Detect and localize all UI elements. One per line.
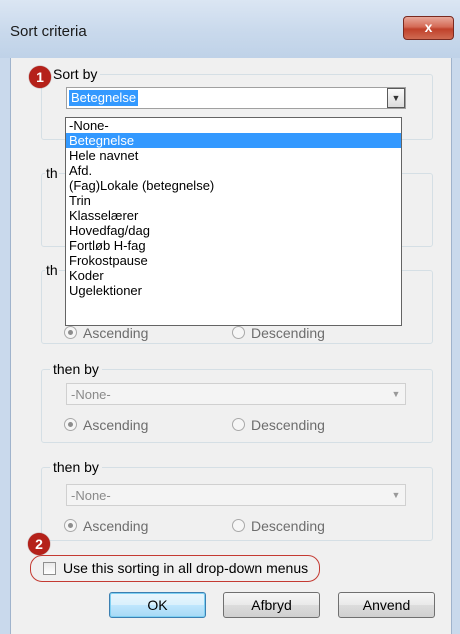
then-by-select-5[interactable]: -None- ▼ [66,484,406,506]
dropdown-option[interactable]: Hovedfag/dag [66,223,401,238]
dropdown-option[interactable]: Fortløb H-fag [66,238,401,253]
descending-radio-5[interactable]: Descending [232,518,325,534]
radio-button-icon [64,326,77,339]
dropdown-option[interactable]: Afd. [66,163,401,178]
dropdown-option[interactable]: Klasselærer [66,208,401,223]
dropdown-option[interactable]: Ugelektioner [66,283,401,298]
dropdown-option[interactable]: Hele navnet [66,148,401,163]
close-icon: x [424,19,433,35]
annotation-badge-1: 1 [29,66,51,88]
dropdown-option[interactable]: -None- [66,118,401,133]
window-title: Sort criteria [10,23,87,40]
chevron-down-icon[interactable]: ▼ [387,485,405,505]
then-by-label-5: then by [50,459,102,475]
radio-button-icon [64,418,77,431]
ascending-radio-5[interactable]: Ascending [64,518,148,534]
descending-radio-3[interactable]: Descending [232,325,325,341]
use-all-sorting-checkbox-row[interactable]: Use this sorting in all drop-down menus [30,555,320,582]
close-button[interactable]: x [403,16,454,40]
chevron-down-icon[interactable]: ▼ [387,384,405,404]
window-frame-right [451,58,460,634]
then-by-value-4: -None- [71,387,111,402]
then-by-label-2: th [45,165,59,181]
ascending-radio-4[interactable]: Ascending [64,417,148,433]
sort-by-label: Sort by [50,66,101,82]
use-all-sorting-label: Use this sorting in all drop-down menus [63,560,309,576]
ok-button[interactable]: OK [109,592,206,618]
cancel-button[interactable]: Afbryd [223,592,320,618]
then-by-group-4: then by -None- ▼ Ascending Descending [41,361,433,443]
title-bar: Sort criteria x [0,0,460,58]
then-by-group-5: then by -None- ▼ Ascending Descending [41,459,433,541]
then-by-label-3: th [45,262,59,278]
checkbox-icon[interactable] [43,562,56,575]
dropdown-option[interactable]: Trin [66,193,401,208]
sort-by-selected-value: Betegnelse [69,90,139,106]
chevron-down-icon[interactable]: ▼ [387,88,405,108]
then-by-select-4[interactable]: -None- ▼ [66,383,406,405]
dropdown-option[interactable]: Frokostpause [66,253,401,268]
radio-button-icon [232,519,245,532]
dropdown-option[interactable]: Koder [66,268,401,283]
then-by-label-4: then by [50,361,102,377]
radio-button-icon [232,418,245,431]
sort-criteria-dialog: Sort criteria x Sort by Betegnelse ▼ th … [0,0,460,634]
radio-button-icon [232,326,245,339]
apply-button[interactable]: Anvend [338,592,435,618]
sort-by-dropdown-list: -None- Betegnelse Hele navnet Afd. (Fag)… [65,117,402,326]
ascending-radio-3[interactable]: Ascending [64,325,148,341]
dropdown-option-selected[interactable]: Betegnelse [66,133,401,148]
then-by-value-5: -None- [71,488,111,503]
window-frame-left [0,58,11,634]
radio-button-icon [64,519,77,532]
sort-by-select[interactable]: Betegnelse ▼ [66,87,406,109]
dropdown-option[interactable]: (Fag)Lokale (betegnelse) [66,178,401,193]
descending-radio-4[interactable]: Descending [232,417,325,433]
annotation-badge-2: 2 [28,533,50,555]
